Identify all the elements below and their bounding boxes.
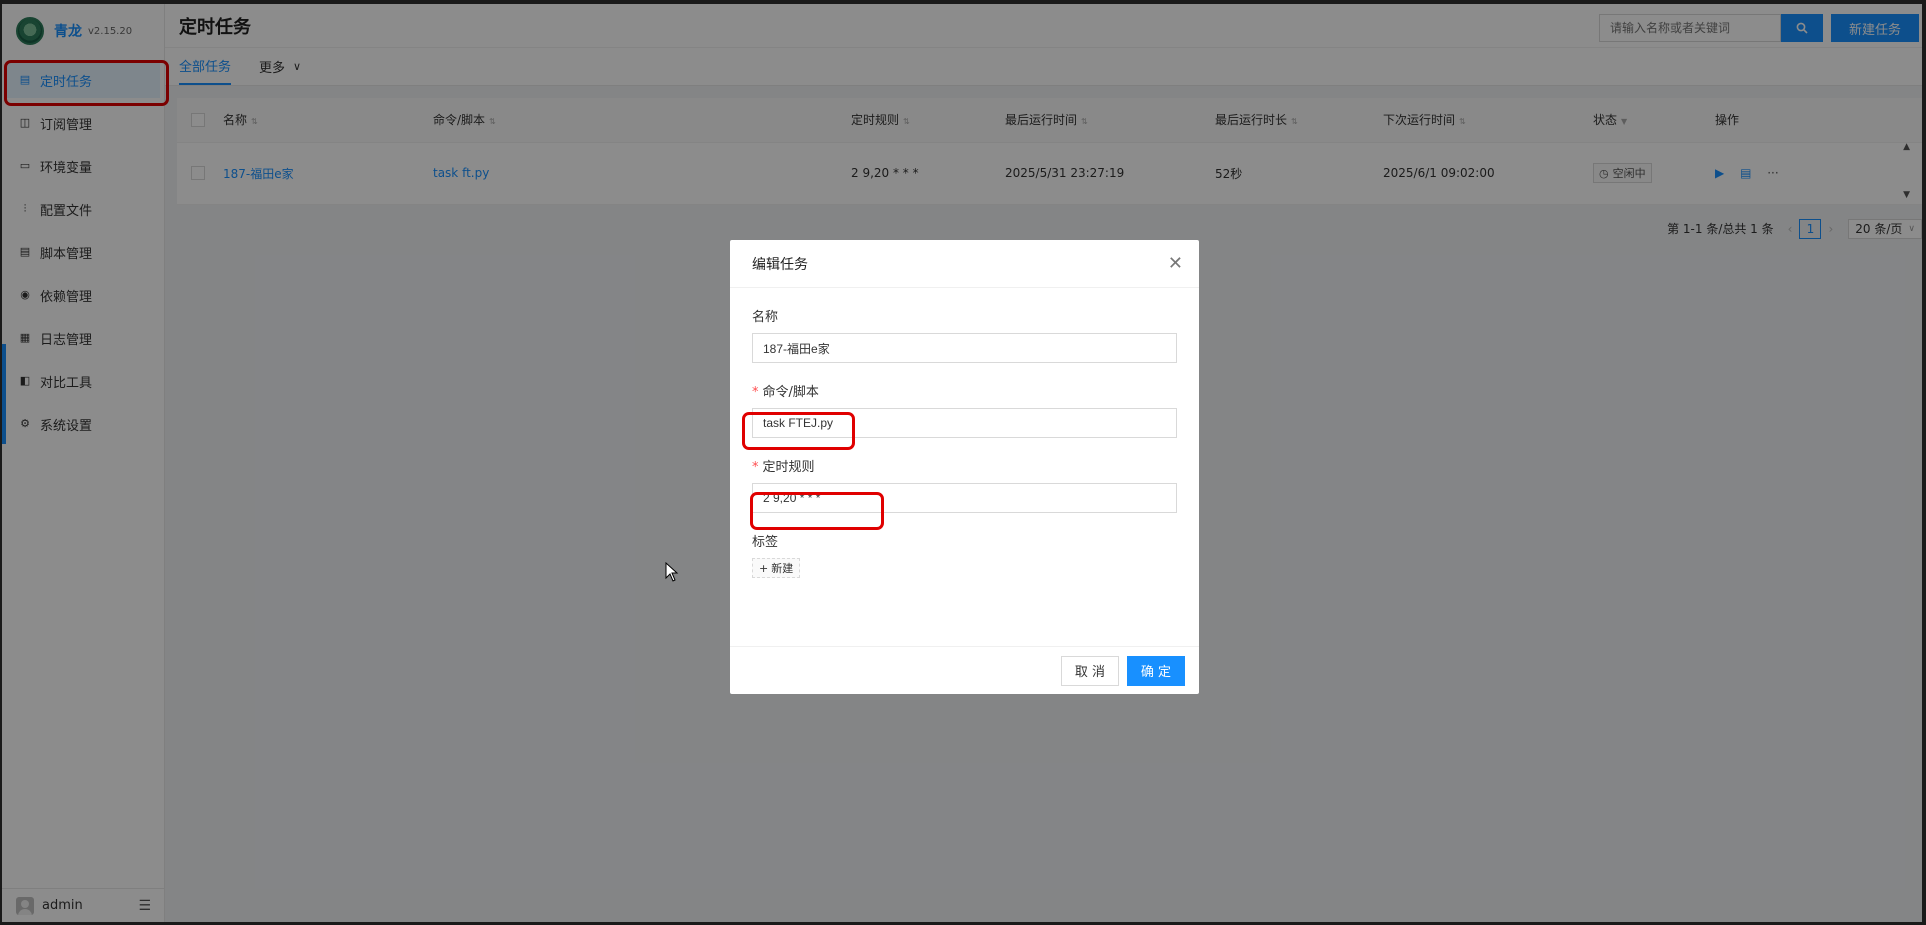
name-field[interactable]: 187-福田e家: [752, 333, 1177, 363]
highlight-box-command: [742, 412, 855, 450]
name-label: 名称: [752, 310, 779, 325]
modal-footer: 取 消 确 定: [730, 646, 1199, 694]
command-label: * 命令/脚本: [752, 381, 1177, 400]
required-mark: *: [752, 460, 759, 475]
plus-icon: +: [759, 561, 769, 575]
required-mark: *: [752, 385, 759, 400]
confirm-button[interactable]: 确 定: [1127, 655, 1185, 686]
schedule-label: * 定时规则: [752, 456, 1177, 475]
command-label-text: 命令/脚本: [762, 385, 819, 400]
edit-task-modal: 编辑任务 ✕ 名称 187-福田e家 * 命令/脚本 task FTEJ.py *…: [730, 240, 1199, 694]
modal-title: 编辑任务: [752, 256, 808, 273]
mouse-cursor-icon: [665, 562, 679, 582]
tags-label: 标签: [752, 535, 779, 550]
app-window: 青龙 v2.15.20 ▤ 定时任务 ◫ 订阅管理 ▭ 环境变量 ⫶ 配置文件 …: [2, 4, 1922, 922]
cancel-button[interactable]: 取 消: [1061, 655, 1119, 686]
add-tag-button[interactable]: + 新建: [752, 558, 801, 578]
schedule-label-text: 定时规则: [762, 460, 815, 475]
close-icon[interactable]: ✕: [1168, 253, 1183, 274]
highlight-box-schedule: [750, 492, 884, 530]
add-tag-label: 新建: [771, 562, 794, 575]
modal-header: 编辑任务: [730, 240, 1199, 288]
